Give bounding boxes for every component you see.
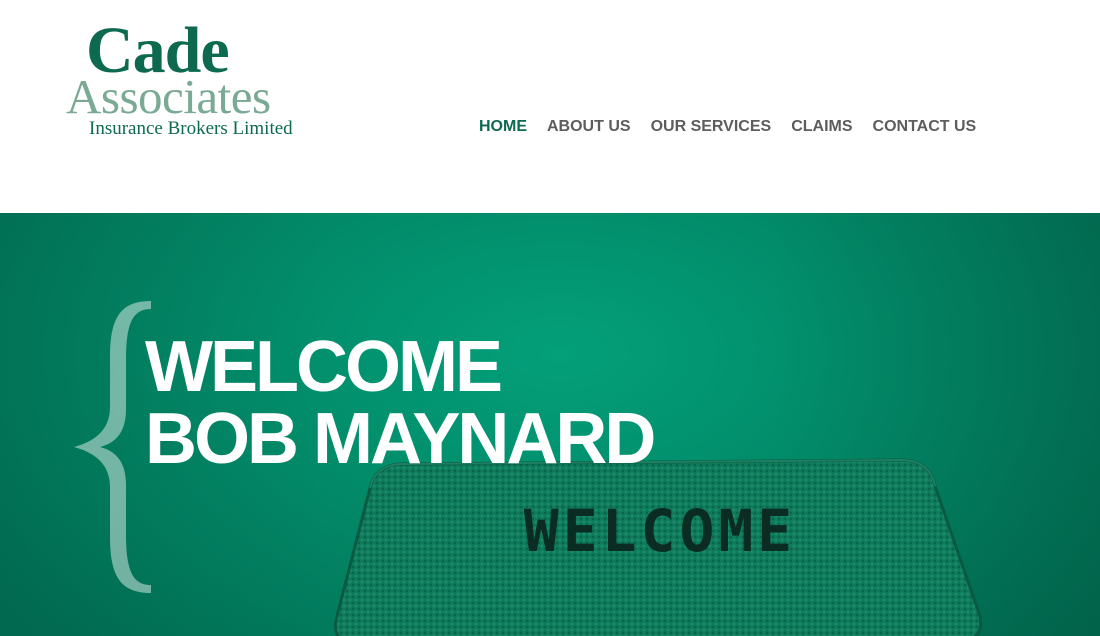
nav-contact-us[interactable]: CONTACT US (873, 117, 977, 139)
hero-heading-line2: BOB MAYNARD (145, 399, 656, 479)
nav-claims[interactable]: CLAIMS (791, 117, 852, 139)
nav-home[interactable]: HOME (479, 117, 527, 139)
hero-heading-line1: WELCOME (145, 327, 503, 407)
hero-banner: WELCOME WELCOME BOB MAYNARD (0, 213, 1100, 636)
doormat-label: WELCOME (524, 497, 796, 565)
logo-tagline: Insurance Brokers Limited (89, 118, 293, 139)
nav-our-services[interactable]: OUR SERVICES (651, 117, 772, 139)
main-navigation: HOME ABOUT US OUR SERVICES CLAIMS CONTAC… (479, 117, 976, 139)
hero-heading: WELCOME BOB MAYNARD (145, 327, 656, 479)
nav-about-us[interactable]: ABOUT US (547, 117, 631, 139)
company-logo[interactable]: Cade Associates Insurance Brokers Limite… (66, 16, 336, 141)
site-header: Cade Associates Insurance Brokers Limite… (0, 0, 1100, 213)
logo-wordmark-associates: Associates (66, 69, 271, 124)
